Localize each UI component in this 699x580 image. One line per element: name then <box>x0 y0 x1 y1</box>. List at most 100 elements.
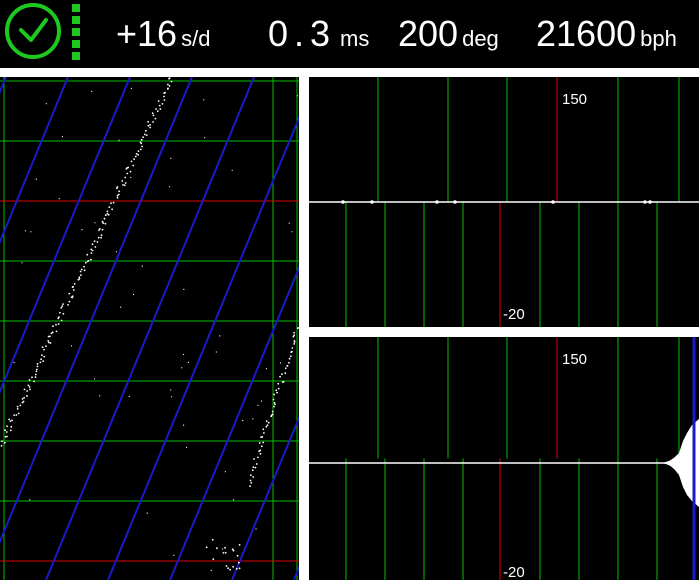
trace-dot <box>265 420 268 423</box>
noise-dot <box>291 231 293 233</box>
trace-dot <box>232 549 235 552</box>
trace-dot <box>78 276 81 279</box>
trace-dot <box>288 361 290 364</box>
trace-dot <box>238 544 241 546</box>
trace-dot <box>6 425 8 428</box>
trace-dot <box>100 236 102 239</box>
noise-dot <box>210 569 212 571</box>
trace-dot <box>79 270 82 273</box>
beat-error-value: 0.3 <box>268 13 337 54</box>
trace-dot <box>61 305 64 307</box>
noise-dot <box>203 99 205 101</box>
trace-dot <box>255 463 258 465</box>
trace-dot <box>296 327 299 329</box>
trace-dot <box>116 194 119 197</box>
trace-dot <box>33 380 35 383</box>
trace-dot <box>152 121 155 123</box>
trace-dot <box>147 120 150 123</box>
waveform-peak <box>643 200 647 204</box>
noise-dot <box>132 293 135 296</box>
trace-dot <box>137 154 140 156</box>
trace-dot <box>132 164 135 167</box>
waveform-min-label: -20 <box>503 306 525 323</box>
waveform-min-label: -20 <box>503 564 525 580</box>
trace-dot <box>212 558 215 561</box>
trace-dot <box>224 551 227 554</box>
trace-dot <box>275 389 278 392</box>
noise-dot <box>120 306 122 308</box>
trace-dot <box>104 214 107 217</box>
trace-dot <box>83 265 85 268</box>
trace-dot <box>232 565 235 568</box>
trace-dot <box>137 150 140 152</box>
trace-dot <box>293 343 296 345</box>
noise-dot <box>222 548 224 550</box>
toc-waveform-plot: 150 -20 <box>309 337 699 580</box>
noise-dot <box>118 139 120 141</box>
trace-dot <box>62 303 64 305</box>
trace-dot <box>272 398 275 401</box>
trace-dot <box>19 404 22 407</box>
paper-strip-panel <box>0 77 299 580</box>
trace-dot <box>236 554 239 557</box>
trace-dot <box>47 340 50 342</box>
trace-dot <box>274 403 276 406</box>
trace-dot <box>110 202 112 205</box>
noise-dot <box>128 395 130 398</box>
trace-dot <box>143 133 146 136</box>
trace-dot <box>86 253 89 256</box>
noise-dot <box>24 230 26 232</box>
waveform-peak <box>435 200 439 204</box>
noise-dot <box>219 335 221 337</box>
trace-dot <box>157 100 160 102</box>
trace-dot <box>3 441 6 444</box>
rate-guide-line <box>0 77 7 95</box>
trace-dot <box>122 184 124 186</box>
noise-dot <box>146 512 148 514</box>
trace-dot <box>0 445 3 447</box>
trace-dot <box>262 428 265 431</box>
trace-dot <box>16 408 19 410</box>
trace-dot <box>15 414 18 416</box>
trace-dot <box>159 108 162 110</box>
trace-dot <box>279 375 281 378</box>
trace-dot <box>225 565 228 567</box>
trace-dot <box>163 95 165 98</box>
trace-dot <box>205 546 208 549</box>
trace-dot <box>291 347 294 349</box>
trace-dot <box>80 268 83 271</box>
noise-dot <box>30 231 32 233</box>
trace-dot <box>60 319 63 322</box>
trace-dot <box>35 368 38 371</box>
noise-dot <box>70 345 73 347</box>
trace-dot <box>158 104 161 107</box>
trace-dot <box>83 269 86 272</box>
noise-dot <box>91 90 93 92</box>
trace-dot <box>41 346 44 348</box>
trace-dot <box>91 249 94 252</box>
rate-value: +16 <box>116 13 178 54</box>
trace-dot <box>90 258 92 261</box>
noise-dot <box>13 361 15 364</box>
noise-dot <box>141 265 143 267</box>
trace-dot <box>252 476 255 478</box>
trace-dot <box>167 83 169 86</box>
beat-rate-value: 21600 <box>536 13 637 54</box>
noise-dot <box>183 288 185 290</box>
trace-dot <box>16 405 19 408</box>
waveform-peak <box>551 200 555 204</box>
trace-dot <box>70 296 73 298</box>
rate-guide-line <box>0 77 131 394</box>
trace-dot <box>102 222 105 225</box>
trace-dot <box>260 436 262 439</box>
trace-dot <box>293 331 295 334</box>
noise-dot <box>94 222 96 224</box>
noise-dot <box>242 420 244 422</box>
trace-dot <box>134 155 137 158</box>
trace-dot <box>59 311 61 314</box>
noise-dot <box>94 378 96 380</box>
trace-dot <box>249 485 252 488</box>
trace-dot <box>73 283 76 285</box>
trace-dot <box>97 236 100 239</box>
trace-dot <box>27 384 30 387</box>
